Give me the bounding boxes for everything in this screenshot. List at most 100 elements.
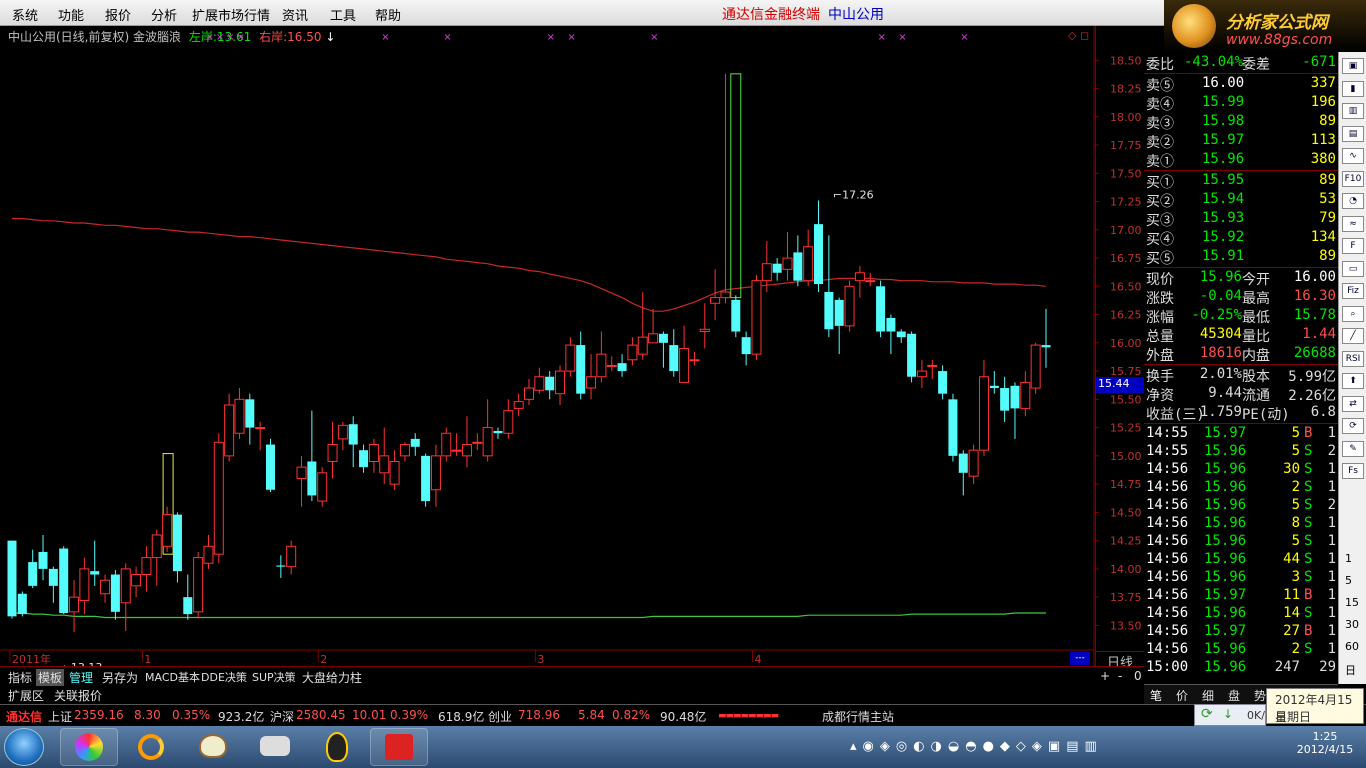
mini-icon[interactable]: ▭ xyxy=(1342,260,1364,277)
ask-row[interactable]: 卖① 15.96 380 xyxy=(1144,151,1338,170)
tab-related-quote[interactable]: 关联报价 xyxy=(52,687,104,704)
tab-macd[interactable]: MACD基本 xyxy=(143,669,202,685)
tick-row[interactable]: 14:56 15.96 2 S 1 xyxy=(1144,641,1338,660)
wave-icon[interactable]: ≈ xyxy=(1342,215,1364,232)
tick-row[interactable]: 14:56 15.96 5 S 2 xyxy=(1144,497,1338,516)
stat-row[interactable]: 涨跌 -0.04 最高 16.30 xyxy=(1144,288,1338,307)
tick-row[interactable]: 14:56 15.96 14 S 1 xyxy=(1144,605,1338,624)
ask-row[interactable]: 卖③ 15.98 89 xyxy=(1144,113,1338,132)
system-tray-icons[interactable]: ▴◉◈◎◐◑◒◓●◆◇◈▣▤▥ xyxy=(850,739,1103,754)
weibi-row[interactable]: 委比 -43.04% 委差 -671 xyxy=(1144,54,1338,73)
table-icon[interactable]: ▤ xyxy=(1342,125,1364,142)
tab-price[interactable]: 价 xyxy=(1174,687,1190,704)
taskbar-qq-icon[interactable] xyxy=(308,728,366,766)
period-4[interactable]: 60 xyxy=(1345,640,1359,653)
chart-corner-icons[interactable]: ◇ ◻ xyxy=(1068,29,1089,42)
tick-row[interactable]: 14:56 15.97 11 B 1 xyxy=(1144,587,1338,606)
zoom-in-button[interactable]: + xyxy=(1098,669,1112,683)
menu-tools[interactable]: 工具 xyxy=(330,5,356,24)
fs-icon[interactable]: Fs xyxy=(1342,463,1364,479)
bid-row[interactable]: 买① 15.95 89 xyxy=(1144,172,1338,191)
tick-row[interactable]: 14:55 15.96 5 S 2 xyxy=(1144,443,1338,462)
network-widget[interactable]: ⟳ ↓ 0K/ xyxy=(1194,704,1266,726)
bid-row[interactable]: 买③ 15.93 79 xyxy=(1144,210,1338,229)
tick-row[interactable]: 14:56 15.96 30 S 1 xyxy=(1144,461,1338,480)
menu-extended-market[interactable]: 扩展市场行情 xyxy=(192,5,270,24)
menu-analysis[interactable]: 分析 xyxy=(151,5,177,24)
menu-system[interactable]: 系统 xyxy=(12,5,38,24)
refresh-icon[interactable]: ⟳ xyxy=(1342,418,1364,434)
menu-function[interactable]: 功能 xyxy=(58,5,84,24)
bars-icon[interactable]: ▥ xyxy=(1342,103,1364,119)
lines-icon[interactable]: ∿ xyxy=(1342,148,1364,164)
stat-row[interactable]: 现价 15.96 今开 16.00 xyxy=(1144,269,1338,288)
tick-row[interactable]: 14:56 15.96 8 S 1 xyxy=(1144,515,1338,534)
menu-quote[interactable]: 报价 xyxy=(105,5,131,24)
period-1[interactable]: 5 xyxy=(1345,574,1352,587)
taskbar-swirl-icon[interactable] xyxy=(122,728,180,766)
pen-icon[interactable]: ✎ xyxy=(1342,440,1364,457)
tab-detail[interactable]: 细 xyxy=(1200,687,1216,704)
start-button[interactable] xyxy=(4,728,44,766)
server-name[interactable]: 成都行情主站 xyxy=(822,708,894,725)
tab-tick[interactable]: 笔 xyxy=(1148,687,1164,704)
stat-row[interactable]: 外盘 18616 内盘 26688 xyxy=(1144,345,1338,364)
zoom-out-button[interactable]: - xyxy=(1116,669,1124,683)
candle-body xyxy=(234,398,245,434)
tab-book[interactable]: 盘 xyxy=(1226,687,1242,704)
more-indicators-button[interactable]: --- xyxy=(1070,652,1090,665)
tab-manage[interactable]: 管理 xyxy=(67,669,95,686)
tab-extension-area[interactable]: 扩展区 xyxy=(6,687,46,704)
stat-row[interactable]: 总量 45304 量比 1.44 xyxy=(1144,326,1338,345)
chart-icon[interactable]: ▣ xyxy=(1342,58,1364,74)
bid-row[interactable]: 买④ 15.92 134 xyxy=(1144,229,1338,248)
fin-row[interactable]: 净资 9.44 流通 2.26亿 xyxy=(1144,385,1338,404)
candle-icon[interactable]: ▮ xyxy=(1342,80,1364,97)
zoom-reset-button[interactable]: 0 xyxy=(1132,669,1144,683)
stat-row[interactable]: 涨幅 -0.25% 最低 15.78 xyxy=(1144,307,1338,326)
tick-row[interactable]: 14:56 15.96 5 S 1 xyxy=(1144,533,1338,552)
bid-row[interactable]: 买② 15.94 53 xyxy=(1144,191,1338,210)
system-clock[interactable]: 1:25 2012/4/15 xyxy=(1290,730,1360,756)
fin-row[interactable]: 换手 2.01% 股本 5.99亿 xyxy=(1144,366,1338,385)
f-icon[interactable]: F xyxy=(1342,238,1364,254)
cycle-icon[interactable]: ◔ xyxy=(1342,193,1364,209)
fiz-icon[interactable]: Fiz xyxy=(1342,283,1364,299)
ask-row[interactable]: 卖② 15.97 113 xyxy=(1144,132,1338,151)
tick-row[interactable]: 15:00 15.96 247 29 xyxy=(1144,659,1338,678)
tab-template[interactable]: 模板 xyxy=(36,669,65,686)
fwd-icon[interactable]: ⇄ xyxy=(1342,395,1364,412)
taskbar-handshake-icon[interactable] xyxy=(246,728,304,766)
tick-row[interactable]: 14:56 15.97 27 B 1 xyxy=(1144,623,1338,642)
tab-sup[interactable]: SUP决策 xyxy=(250,669,298,685)
x-tick-label: 1 xyxy=(144,653,151,666)
rsi-chart-icon[interactable]: ╱ xyxy=(1342,328,1364,344)
ask-row[interactable]: 卖④ 15.99 196 xyxy=(1144,94,1338,113)
zoom-icon[interactable]: ⌕ xyxy=(1342,305,1364,322)
taskbar-paint-icon[interactable] xyxy=(184,728,242,766)
period-label[interactable]: 日线 xyxy=(1096,651,1144,671)
period-2[interactable]: 15 xyxy=(1345,596,1359,609)
f10-icon[interactable]: F10 xyxy=(1342,170,1364,187)
tab-market-power[interactable]: 大盘给力柱 xyxy=(300,669,364,686)
taskbar-pinwheel-icon[interactable] xyxy=(60,728,118,766)
tick-row[interactable]: 14:56 15.96 2 S 1 xyxy=(1144,479,1338,498)
menu-info[interactable]: 资讯 xyxy=(282,5,308,24)
period-5[interactable]: 日 xyxy=(1345,662,1356,678)
tab-dde[interactable]: DDE决策 xyxy=(199,669,249,685)
status-logo[interactable]: 通达信 xyxy=(6,708,42,725)
menu-help[interactable]: 帮助 xyxy=(375,5,401,24)
period-3[interactable]: 30 xyxy=(1345,618,1359,631)
tick-row[interactable]: 14:56 15.96 3 S 1 xyxy=(1144,569,1338,588)
bid-row[interactable]: 买⑤ 15.91 89 xyxy=(1144,248,1338,267)
tab-indicator[interactable]: 指标 xyxy=(6,669,34,686)
arrow-up-icon[interactable]: ⬆ xyxy=(1342,373,1364,389)
ask-row[interactable]: 卖⑤ 16.00 337 xyxy=(1144,75,1338,94)
tab-save-as[interactable]: 另存为 xyxy=(100,669,140,686)
tick-row[interactable]: 14:55 15.97 5 B 1 xyxy=(1144,425,1338,444)
rsi-icon[interactable]: RSI xyxy=(1342,350,1364,367)
fin-row[interactable]: 收益(三) 1.759 PE(动) 6.8 xyxy=(1144,404,1338,423)
period-0[interactable]: 1 xyxy=(1345,552,1352,565)
taskbar-tdx-icon[interactable] xyxy=(370,728,428,766)
tick-row[interactable]: 14:56 15.96 44 S 1 xyxy=(1144,551,1338,570)
